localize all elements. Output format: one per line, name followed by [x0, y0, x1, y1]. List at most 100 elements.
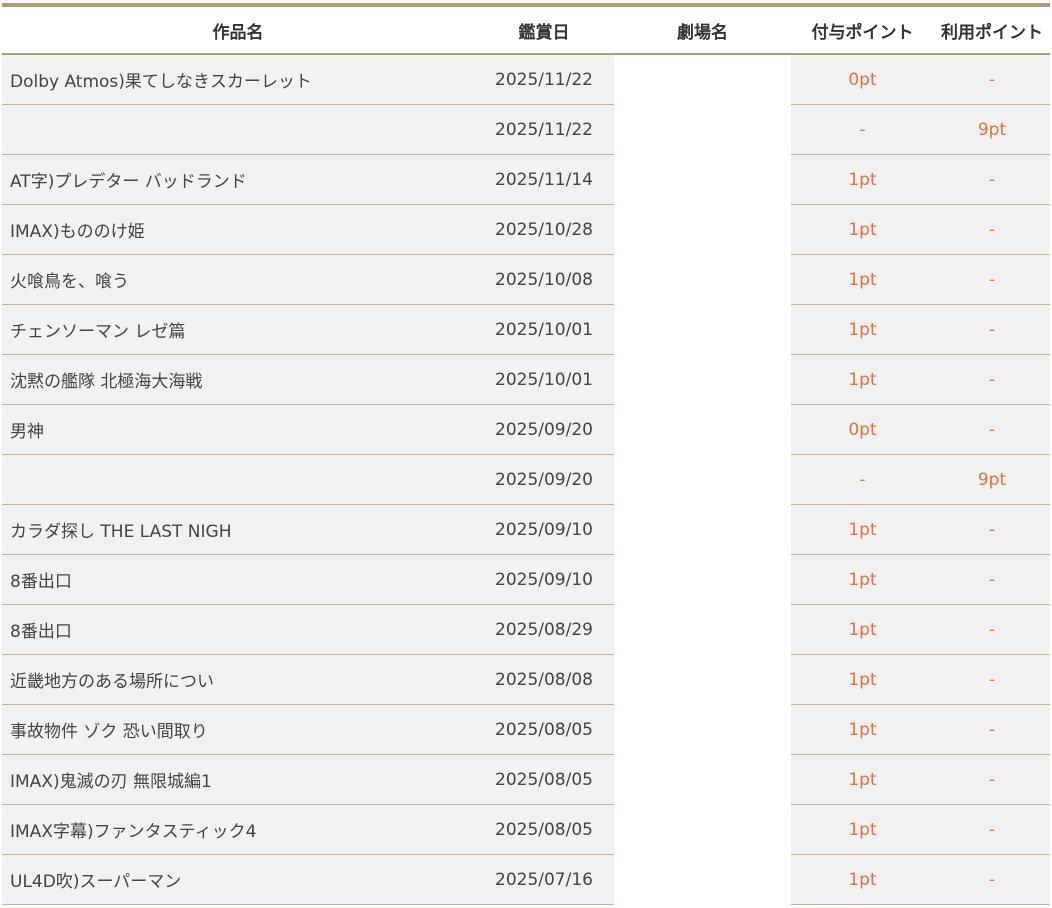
cell-date: 2025/08/05	[474, 754, 614, 805]
cell-date: 2025/11/22	[474, 104, 614, 155]
cell-use-points: -	[934, 804, 1050, 855]
cell-title: Dolby Atmos)果てしなきスカーレット	[2, 54, 474, 105]
cell-title: チェンソーマン レゼ篇	[2, 304, 474, 355]
table-header-row: 作品名 鑑賞日 劇場名 付与ポイント 利用ポイント	[2, 7, 1050, 55]
cell-date: 2025/08/29	[474, 604, 614, 655]
cell-use-points: -	[934, 154, 1050, 205]
cell-title: 火喰鳥を、喰う	[2, 254, 474, 305]
cell-theater	[614, 404, 791, 455]
cell-grant-points: 1pt	[791, 354, 934, 405]
cell-title: 8番出口	[2, 604, 474, 655]
header-use-points: 利用ポイント	[934, 7, 1050, 55]
cell-theater	[614, 104, 791, 155]
table-row: チェンソーマン レゼ篇 2025/10/01 1pt -	[2, 304, 1050, 355]
cell-date: 2025/09/20	[474, 454, 614, 505]
cell-grant-points: -	[791, 104, 934, 155]
cell-grant-points: 1pt	[791, 154, 934, 205]
cell-date: 2025/08/05	[474, 804, 614, 855]
table-row: 火喰鳥を、喰う 2025/10/08 1pt -	[2, 254, 1050, 305]
cell-use-points: -	[934, 604, 1050, 655]
viewing-history-panel: 作品名 鑑賞日 劇場名 付与ポイント 利用ポイント Dolby Atmos)果て…	[0, 0, 1052, 908]
cell-title: 8番出口	[2, 554, 474, 605]
table-row: IMAX字幕)ファンタスティック4 2025/08/05 1pt -	[2, 804, 1050, 855]
table-row: 8番出口 2025/09/10 1pt -	[2, 554, 1050, 605]
cell-use-points: -	[934, 854, 1050, 905]
cell-grant-points: 0pt	[791, 404, 934, 455]
cell-grant-points: 1pt	[791, 304, 934, 355]
cell-grant-points: 1pt	[791, 204, 934, 255]
cell-use-points: -	[934, 654, 1050, 705]
cell-date: 2025/11/22	[474, 54, 614, 105]
cell-grant-points: -	[791, 454, 934, 505]
table-body: Dolby Atmos)果てしなきスカーレット 2025/11/22 0pt -202…	[2, 54, 1050, 905]
cell-use-points: -	[934, 254, 1050, 305]
table-row: カラダ探し THE LAST NIGH 2025/09/10 1pt -	[2, 504, 1050, 555]
table-row: 8番出口 2025/08/29 1pt -	[2, 604, 1050, 655]
header-title: 作品名	[2, 7, 474, 55]
cell-grant-points: 1pt	[791, 554, 934, 605]
table-row: AT字)プレデター バッドランド 2025/11/14 1pt -	[2, 154, 1050, 205]
cell-theater	[614, 504, 791, 555]
cell-date: 2025/10/08	[474, 254, 614, 305]
cell-theater	[614, 804, 791, 855]
table-row: 近畿地方のある場所につい 2025/08/08 1pt -	[2, 654, 1050, 705]
cell-theater	[614, 854, 791, 905]
cell-grant-points: 1pt	[791, 604, 934, 655]
cell-grant-points: 1pt	[791, 254, 934, 305]
cell-use-points: 9pt	[934, 104, 1050, 155]
cell-theater	[614, 254, 791, 305]
header-grant-points: 付与ポイント	[791, 7, 934, 55]
cell-theater	[614, 704, 791, 755]
cell-date: 2025/10/28	[474, 204, 614, 255]
table-row: 2025/09/20 -9pt	[2, 454, 1050, 505]
table-row: UL4D吹)スーパーマン 2025/07/16 1pt -	[2, 854, 1050, 905]
cell-theater	[614, 454, 791, 505]
cell-date: 2025/08/05	[474, 704, 614, 755]
cell-date: 2025/09/10	[474, 504, 614, 555]
cell-theater	[614, 654, 791, 705]
cell-theater	[614, 604, 791, 655]
table-row: 2025/11/22 -9pt	[2, 104, 1050, 155]
cell-date: 2025/10/01	[474, 354, 614, 405]
cell-title: 男神	[2, 404, 474, 455]
cell-date: 2025/08/08	[474, 654, 614, 705]
cell-use-points: -	[934, 704, 1050, 755]
cell-title: IMAX)もののけ姫	[2, 204, 474, 255]
table-row: IMAX)鬼滅の刃 無限城編1 2025/08/05 1pt -	[2, 754, 1050, 805]
cell-grant-points: 1pt	[791, 504, 934, 555]
cell-title: UL4D吹)スーパーマン	[2, 854, 474, 905]
cell-date: 2025/11/14	[474, 154, 614, 205]
cell-use-points: -	[934, 204, 1050, 255]
cell-grant-points: 1pt	[791, 704, 934, 755]
cell-use-points: -	[934, 304, 1050, 355]
cell-theater	[614, 154, 791, 205]
table-row: 事故物件 ゾク 恐い間取り 2025/08/05 1pt -	[2, 704, 1050, 755]
cell-title: AT字)プレデター バッドランド	[2, 154, 474, 205]
header-date: 鑑賞日	[474, 7, 614, 55]
cell-title: IMAX)鬼滅の刃 無限城編1	[2, 754, 474, 805]
cell-title: 沈黙の艦隊 北極海大海戦	[2, 354, 474, 405]
viewing-history-table: 作品名 鑑賞日 劇場名 付与ポイント 利用ポイント Dolby Atmos)果て…	[2, 7, 1050, 905]
cell-date: 2025/10/01	[474, 304, 614, 355]
cell-grant-points: 1pt	[791, 754, 934, 805]
table-row: 沈黙の艦隊 北極海大海戦 2025/10/01 1pt -	[2, 354, 1050, 405]
cell-theater	[614, 354, 791, 405]
table-row: Dolby Atmos)果てしなきスカーレット 2025/11/22 0pt -	[2, 54, 1050, 105]
cell-use-points: -	[934, 354, 1050, 405]
cell-use-points: -	[934, 54, 1050, 105]
cell-use-points: 9pt	[934, 454, 1050, 505]
cell-use-points: -	[934, 404, 1050, 455]
cell-title	[2, 104, 474, 155]
cell-use-points: -	[934, 554, 1050, 605]
cell-title: 事故物件 ゾク 恐い間取り	[2, 704, 474, 755]
cell-title: カラダ探し THE LAST NIGH	[2, 504, 474, 555]
header-theater: 劇場名	[614, 7, 791, 55]
table-row: IMAX)もののけ姫 2025/10/28 1pt -	[2, 204, 1050, 255]
cell-use-points: -	[934, 504, 1050, 555]
table-row: 男神 2025/09/20 0pt -	[2, 404, 1050, 455]
cell-title: 近畿地方のある場所につい	[2, 654, 474, 705]
cell-title: IMAX字幕)ファンタスティック4	[2, 804, 474, 855]
cell-grant-points: 0pt	[791, 54, 934, 105]
cell-date: 2025/09/10	[474, 554, 614, 605]
cell-grant-points: 1pt	[791, 804, 934, 855]
